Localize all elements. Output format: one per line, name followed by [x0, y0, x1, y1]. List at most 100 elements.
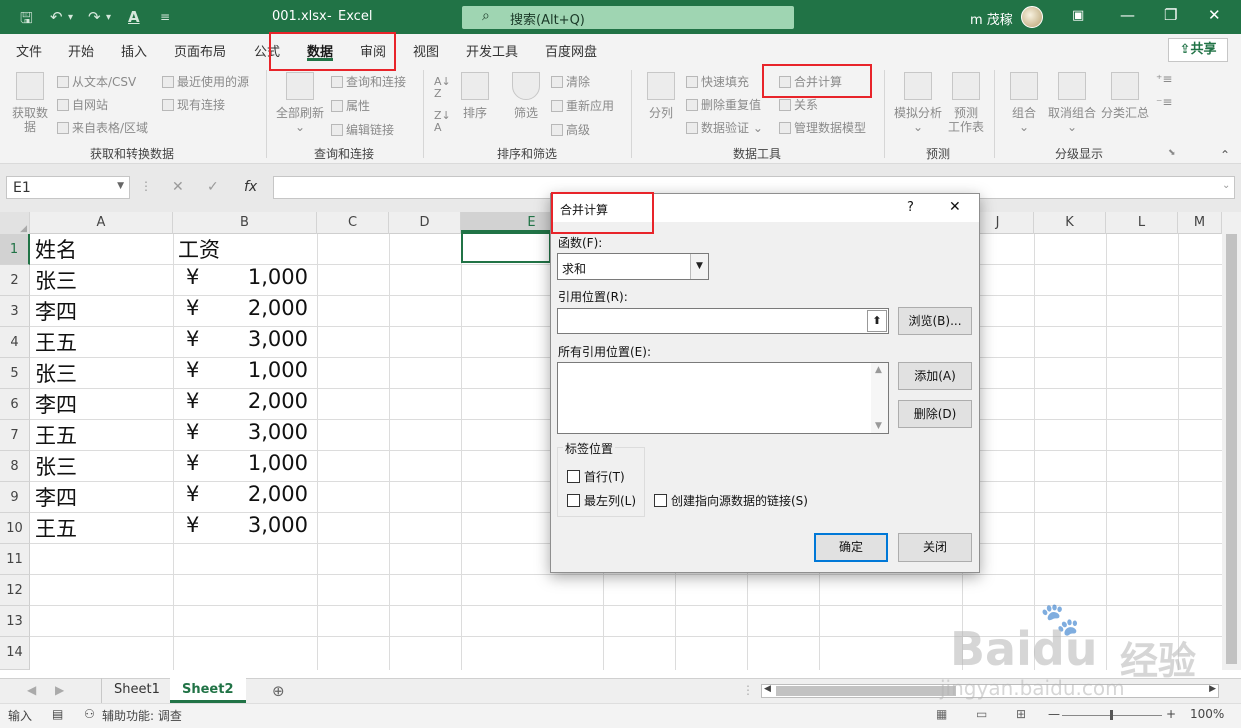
cell-a7[interactable]: 王五	[35, 420, 77, 450]
from-table-button[interactable]: 来自表格/区域	[57, 119, 148, 136]
show-detail-icon[interactable]: ⁺≡	[1156, 72, 1172, 86]
expand-formula-icon[interactable]: ⌄	[1222, 180, 1230, 191]
vertical-scrollbar[interactable]	[1222, 212, 1241, 670]
cell-a1[interactable]: 姓名	[35, 234, 77, 264]
cell-b7[interactable]: 3,000	[248, 420, 308, 444]
remove-duplicates-button[interactable]: 删除重复值	[686, 96, 761, 113]
row-header-14[interactable]: 14	[0, 637, 30, 670]
prev-sheet-icon[interactable]: ◀	[27, 683, 36, 697]
tab-file[interactable]: 文件	[16, 41, 42, 60]
collapse-ribbon-icon[interactable]: ⌃	[1220, 148, 1230, 162]
cell-b2[interactable]: 1,000	[248, 265, 308, 289]
recent-sources-button[interactable]: 最近使用的源	[162, 73, 249, 90]
scroll-right-icon[interactable]: ▶	[1209, 684, 1216, 694]
flash-fill-button[interactable]: 快速填充	[686, 73, 749, 90]
scroll-down-icon[interactable]: ▼	[875, 421, 882, 431]
undo-dropdown-icon[interactable]: ▾	[68, 12, 73, 23]
redo-dropdown-icon[interactable]: ▾	[106, 12, 111, 23]
share-button[interactable]: ⇪共享	[1168, 38, 1228, 62]
text-to-columns-button[interactable]: 分列	[645, 72, 677, 120]
zoom-slider-thumb[interactable]	[1110, 710, 1113, 720]
minimize-icon[interactable]: —	[1120, 6, 1135, 24]
sort-button[interactable]: 排序	[458, 72, 492, 120]
column-header-d[interactable]: D	[389, 212, 461, 234]
refresh-all-button[interactable]: 全部刷新 ⌄	[274, 72, 326, 134]
manage-data-model-button[interactable]: 管理数据模型	[779, 119, 866, 136]
tab-developer[interactable]: 开发工具	[466, 41, 518, 60]
cell-a5[interactable]: 张三	[35, 358, 77, 388]
cell-a4[interactable]: 王五	[35, 327, 77, 357]
ok-button[interactable]: 确定	[814, 533, 888, 562]
subtotal-button[interactable]: 分类汇总	[1099, 72, 1151, 120]
collapse-dialog-icon[interactable]: ⬆	[867, 310, 887, 332]
filter-button[interactable]: 筛选	[508, 72, 544, 120]
list-scrollbar[interactable]: ▲ ▼	[871, 363, 888, 433]
select-all-corner[interactable]: ◢	[0, 212, 30, 234]
top-row-checkbox[interactable]: 首行(T)	[567, 468, 625, 485]
scrollbar-thumb[interactable]	[776, 686, 956, 696]
column-header-c[interactable]: C	[317, 212, 389, 234]
next-sheet-icon[interactable]: ▶	[55, 683, 64, 697]
page-layout-view-icon[interactable]: ▭	[976, 707, 987, 721]
properties-button[interactable]: 属性	[331, 97, 370, 114]
close-button[interactable]: 关闭	[898, 533, 972, 562]
enter-icon[interactable]: ✓	[207, 179, 219, 195]
row-header-9[interactable]: 9	[0, 482, 30, 513]
zoom-slider[interactable]	[1062, 710, 1162, 720]
undo-icon[interactable]: ↶	[50, 8, 63, 26]
close-icon[interactable]: ✕	[1208, 6, 1221, 24]
scroll-up-icon[interactable]: ▲	[875, 365, 882, 375]
dialog-close-icon[interactable]: ✕	[949, 199, 961, 215]
all-references-list[interactable]: ▲ ▼	[557, 362, 889, 434]
row-header-4[interactable]: 4	[0, 327, 30, 358]
cell-a3[interactable]: 李四	[35, 296, 77, 326]
row-header-3[interactable]: 3	[0, 296, 30, 327]
zoom-in-icon[interactable]: +	[1166, 707, 1176, 721]
ribbon-display-icon[interactable]: ▣	[1072, 8, 1084, 23]
from-text-csv-button[interactable]: 从文本/CSV	[57, 73, 136, 90]
user-avatar[interactable]	[1021, 6, 1043, 28]
row-header-2[interactable]: 2	[0, 265, 30, 296]
cell-b9[interactable]: 2,000	[248, 482, 308, 506]
sort-ascending-icon[interactable]: A↓ Z	[434, 76, 451, 100]
scroll-left-icon[interactable]: ◀	[764, 684, 771, 694]
relationships-button[interactable]: 关系	[779, 96, 818, 113]
sheet-tab-sheet1[interactable]: Sheet1	[101, 678, 173, 703]
cancel-icon[interactable]: ✕	[172, 179, 184, 195]
help-icon[interactable]: ?	[907, 200, 914, 215]
function-select[interactable]: 求和 ▼	[557, 253, 709, 280]
chevron-down-icon[interactable]: ▼	[690, 254, 708, 279]
dialog-launcher-icon[interactable]: ⬊	[1168, 148, 1176, 158]
add-sheet-icon[interactable]: ⊕	[272, 682, 285, 700]
selected-cell-e1[interactable]	[461, 230, 551, 263]
forecast-sheet-button[interactable]: 预测 工作表	[946, 72, 986, 134]
user-name[interactable]: m 茂稼	[970, 9, 1013, 28]
row-header-1[interactable]: 1	[0, 234, 30, 265]
macro-record-icon[interactable]: ▤	[52, 707, 63, 721]
row-header-13[interactable]: 13	[0, 606, 30, 637]
get-data-button[interactable]: 获取数 据	[8, 72, 52, 134]
row-header-5[interactable]: 5	[0, 358, 30, 389]
tab-insert[interactable]: 插入	[121, 41, 147, 60]
column-header-b[interactable]: B	[173, 212, 317, 234]
browse-button[interactable]: 浏览(B)...	[898, 307, 972, 335]
horizontal-scrollbar[interactable]: ◀ ▶	[761, 684, 1219, 698]
column-header-k[interactable]: K	[1034, 212, 1106, 234]
reapply-button[interactable]: 重新应用	[551, 97, 614, 114]
cell-b1[interactable]: 工资	[178, 234, 220, 264]
font-color-icon[interactable]: A	[128, 8, 140, 26]
redo-icon[interactable]: ↷	[88, 8, 101, 26]
tab-baidu-netdisk[interactable]: 百度网盘	[545, 41, 597, 60]
delete-button[interactable]: 删除(D)	[898, 400, 972, 428]
cell-b3[interactable]: 2,000	[248, 296, 308, 320]
cell-b10[interactable]: 3,000	[248, 513, 308, 537]
zoom-level[interactable]: 100%	[1190, 707, 1224, 721]
row-header-8[interactable]: 8	[0, 451, 30, 482]
cell-b5[interactable]: 1,000	[248, 358, 308, 382]
cell-a10[interactable]: 王五	[35, 513, 77, 543]
name-box[interactable]: E1 ▼	[6, 176, 130, 199]
tab-home[interactable]: 开始	[68, 41, 94, 60]
row-header-7[interactable]: 7	[0, 420, 30, 451]
cell-a2[interactable]: 张三	[35, 265, 77, 295]
group-button[interactable]: 组合 ⌄	[1006, 72, 1042, 134]
